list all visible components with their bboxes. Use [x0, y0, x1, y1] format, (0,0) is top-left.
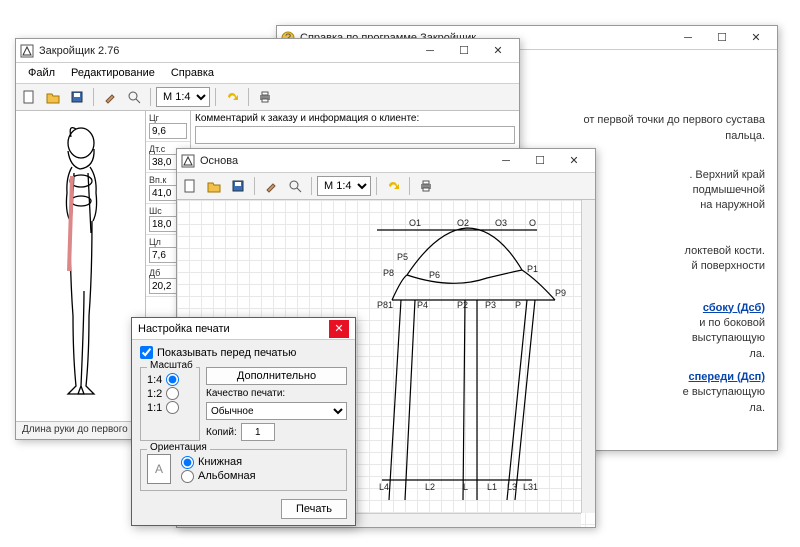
- menu-help[interactable]: Справка: [163, 65, 222, 81]
- minimize-button[interactable]: ─: [413, 40, 447, 62]
- magnify-icon[interactable]: [284, 175, 306, 197]
- new-icon[interactable]: [18, 86, 40, 108]
- maximize-button[interactable]: ☐: [447, 40, 481, 62]
- maximize-button[interactable]: ☐: [523, 150, 557, 172]
- open-icon[interactable]: [203, 175, 225, 197]
- redo-icon[interactable]: [382, 175, 404, 197]
- print-icon[interactable]: [415, 175, 437, 197]
- copies-input[interactable]: [241, 423, 275, 441]
- print-dlg-title: Настройка печати: [138, 323, 329, 335]
- scale-11-radio[interactable]: 1:1: [147, 401, 193, 414]
- more-button[interactable]: Дополнительно: [206, 367, 347, 385]
- app-icon: [20, 44, 34, 58]
- close-button[interactable]: ✕: [739, 27, 773, 49]
- pattern-title: Основа: [200, 155, 489, 167]
- close-icon[interactable]: ✕: [329, 320, 349, 338]
- save-icon[interactable]: [66, 86, 88, 108]
- vscrollbar[interactable]: [581, 200, 595, 513]
- scale-12-radio[interactable]: 1:2: [147, 387, 193, 400]
- maximize-button[interactable]: ☐: [705, 27, 739, 49]
- help-link[interactable]: сбоку (Дсб): [703, 302, 765, 314]
- app-title: Закройщик 2.76: [39, 45, 413, 57]
- open-icon[interactable]: [42, 86, 64, 108]
- comment-label: Комментарий к заказу и информация о клие…: [195, 113, 515, 124]
- menu-edit[interactable]: Редактирование: [63, 65, 163, 81]
- measure-input[interactable]: [149, 123, 187, 139]
- orientation-landscape-radio[interactable]: Альбомная: [181, 470, 256, 483]
- comment-input[interactable]: [195, 126, 515, 144]
- quality-label: Качество печати:: [206, 388, 347, 399]
- help-link[interactable]: спереди (Дсп): [689, 371, 765, 383]
- orientation-icon: A: [147, 454, 171, 484]
- show-before-print-checkbox[interactable]: Показывать перед печатью: [140, 346, 347, 359]
- new-icon[interactable]: [179, 175, 201, 197]
- scale-14-radio[interactable]: 1:4: [147, 373, 193, 386]
- minimize-button[interactable]: ─: [489, 150, 523, 172]
- magnify-icon[interactable]: [123, 86, 145, 108]
- brush-icon[interactable]: [99, 86, 121, 108]
- quality-select[interactable]: Обычное: [206, 402, 347, 420]
- figure-silhouette: [26, 121, 136, 411]
- minimize-button[interactable]: ─: [671, 27, 705, 49]
- scale-select[interactable]: M 1:4: [156, 87, 210, 107]
- scale-select[interactable]: M 1:4: [317, 176, 371, 196]
- close-button[interactable]: ✕: [481, 40, 515, 62]
- print-button[interactable]: Печать: [281, 499, 347, 519]
- redo-icon[interactable]: [221, 86, 243, 108]
- close-button[interactable]: ✕: [557, 150, 591, 172]
- brush-icon[interactable]: [260, 175, 282, 197]
- app-icon: [181, 154, 195, 168]
- copies-label: Копий:: [206, 427, 237, 438]
- menu-file[interactable]: Файл: [20, 65, 63, 81]
- print-icon[interactable]: [254, 86, 276, 108]
- save-icon[interactable]: [227, 175, 249, 197]
- orientation-portrait-radio[interactable]: Книжная: [181, 456, 256, 469]
